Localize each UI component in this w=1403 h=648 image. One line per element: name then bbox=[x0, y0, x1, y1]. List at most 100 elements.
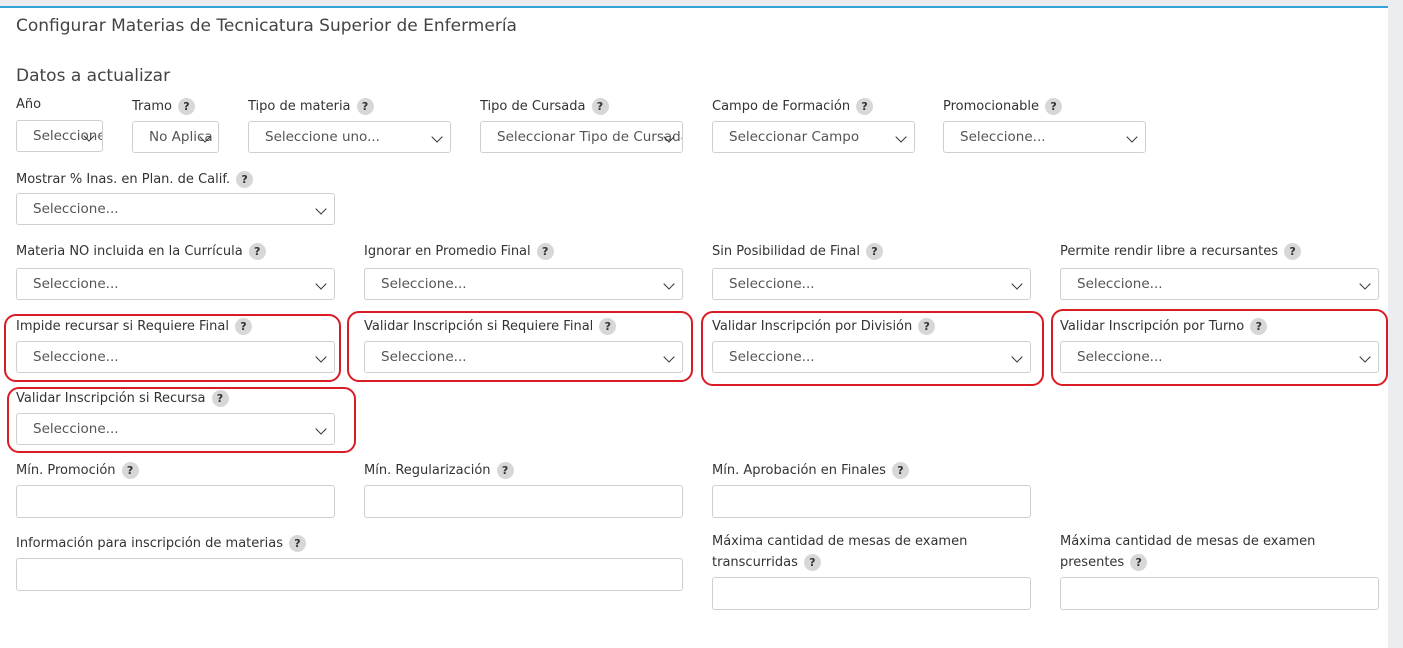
info-inscripcion-input[interactable] bbox=[16, 558, 683, 591]
validar-division-select[interactable]: Seleccione... bbox=[712, 341, 1031, 373]
help-icon[interactable]: ? bbox=[865, 243, 883, 260]
chevron-down-icon bbox=[895, 131, 907, 143]
field-mostrar-inas: Mostrar % Inas. en Plan. de Calif.? Sele… bbox=[16, 171, 336, 227]
max-mesas-presentes-input[interactable] bbox=[1060, 577, 1379, 610]
anio-select[interactable]: Seleccione... bbox=[16, 120, 103, 152]
field-impide-recursar: Impide recursar si Requiere Final? Selec… bbox=[16, 318, 336, 374]
validar-turno-select[interactable]: Seleccione... bbox=[1060, 341, 1379, 373]
field-validar-turno: Validar Inscripción por Turno? Seleccion… bbox=[1060, 318, 1380, 374]
field-validar-division: Validar Inscripción por División? Selecc… bbox=[712, 318, 1032, 374]
field-promocionable: Promocionable? Seleccione... bbox=[943, 98, 1147, 156]
tipo-cursada-select[interactable]: Seleccionar Tipo de Cursada bbox=[480, 121, 683, 153]
help-icon[interactable]: ? bbox=[591, 98, 609, 115]
field-anio: Año Seleccione... bbox=[16, 96, 104, 156]
field-min-aprobacion: Mín. Aprobación en Finales? bbox=[712, 462, 1032, 518]
field-validar-final: Validar Inscripción si Requiere Final? S… bbox=[364, 318, 684, 374]
impide-recursar-select[interactable]: Seleccione... bbox=[16, 341, 335, 373]
max-mesas-transcurridas-label: Máxima cantidad de mesas de examen trans… bbox=[712, 534, 968, 571]
sin-final-select[interactable]: Seleccione... bbox=[712, 268, 1031, 300]
rendir-libre-select[interactable]: Seleccione... bbox=[1060, 268, 1379, 300]
ignorar-promedio-select[interactable]: Seleccione... bbox=[364, 268, 683, 300]
help-icon[interactable]: ? bbox=[599, 318, 617, 335]
help-icon[interactable]: ? bbox=[248, 243, 266, 260]
help-icon[interactable]: ? bbox=[918, 318, 936, 335]
help-icon[interactable]: ? bbox=[1045, 98, 1063, 115]
field-validar-recursa: Validar Inscripción si Recursa? Seleccio… bbox=[16, 390, 336, 446]
field-info-inscripcion: Información para inscripción de materias… bbox=[16, 535, 684, 595]
help-icon[interactable]: ? bbox=[236, 171, 254, 188]
tipo-cursada-label: Tipo de Cursada? bbox=[480, 98, 609, 116]
chevron-down-icon bbox=[1126, 131, 1138, 143]
field-min-regularizacion: Mín. Regularización? bbox=[364, 462, 684, 518]
validar-recursa-select[interactable]: Seleccione... bbox=[16, 413, 335, 445]
promocionable-select[interactable]: Seleccione... bbox=[943, 121, 1146, 153]
help-icon[interactable]: ? bbox=[803, 554, 821, 571]
min-promocion-input[interactable] bbox=[16, 485, 335, 518]
validar-turno-label: Validar Inscripción por Turno? bbox=[1060, 318, 1268, 336]
field-no-curricula: Materia NO incluida en la Currícula? Sel… bbox=[16, 243, 336, 301]
mostrar-inas-select[interactable]: Seleccione... bbox=[16, 193, 335, 225]
anio-label: Año bbox=[16, 97, 42, 112]
field-rendir-libre: Permite rendir libre a recursantes? Sele… bbox=[1060, 243, 1380, 301]
chevron-down-icon bbox=[1011, 351, 1023, 363]
help-icon[interactable]: ? bbox=[1250, 318, 1268, 335]
validar-division-label: Validar Inscripción por División? bbox=[712, 318, 936, 336]
tramo-select[interactable]: No Aplica bbox=[132, 121, 219, 153]
rendir-libre-label: Permite rendir libre a recursantes? bbox=[1060, 243, 1302, 261]
info-inscripcion-label: Información para inscripción de materias… bbox=[16, 535, 306, 553]
chevron-down-icon bbox=[1359, 278, 1371, 290]
help-icon[interactable]: ? bbox=[536, 243, 554, 260]
tipo-materia-select[interactable]: Seleccione uno... bbox=[248, 121, 451, 153]
field-ignorar-promedio: Ignorar en Promedio Final? Seleccione... bbox=[364, 243, 684, 301]
validar-recursa-label: Validar Inscripción si Recursa? bbox=[16, 390, 229, 408]
field-tipo-materia: Tipo de materia? Seleccione uno... bbox=[248, 98, 452, 156]
chevron-down-icon bbox=[431, 131, 443, 143]
chevron-down-icon bbox=[315, 278, 327, 290]
min-regularizacion-label: Mín. Regularización? bbox=[364, 462, 514, 480]
promocionable-label: Promocionable? bbox=[943, 98, 1063, 116]
section-title: Datos a actualizar bbox=[16, 66, 171, 86]
help-icon[interactable]: ? bbox=[496, 462, 514, 479]
help-icon[interactable]: ? bbox=[121, 462, 139, 479]
chevron-down-icon bbox=[663, 351, 675, 363]
help-icon[interactable]: ? bbox=[856, 98, 874, 115]
chevron-down-icon bbox=[1011, 278, 1023, 290]
chevron-down-icon bbox=[315, 203, 327, 215]
chevron-down-icon bbox=[315, 351, 327, 363]
help-icon[interactable]: ? bbox=[288, 535, 306, 552]
validar-final-label: Validar Inscripción si Requiere Final? bbox=[364, 318, 617, 336]
field-campo-formacion: Campo de Formación? Seleccionar Campo bbox=[712, 98, 916, 156]
max-mesas-presentes-label: Máxima cantidad de mesas de examen prese… bbox=[1060, 534, 1316, 571]
field-tipo-cursada: Tipo de Cursada? Seleccionar Tipo de Cur… bbox=[480, 98, 684, 156]
help-icon[interactable]: ? bbox=[1284, 243, 1302, 260]
page-title: Configurar Materias de Tecnicatura Super… bbox=[16, 16, 517, 36]
help-icon[interactable]: ? bbox=[356, 98, 374, 115]
no-curricula-label: Materia NO incluida en la Currícula? bbox=[16, 243, 266, 261]
impide-recursar-label: Impide recursar si Requiere Final? bbox=[16, 318, 252, 336]
campo-formacion-select[interactable]: Seleccionar Campo bbox=[712, 121, 915, 153]
chevron-down-icon bbox=[663, 278, 675, 290]
field-max-mesas-transcurridas: Máxima cantidad de mesas de examen trans… bbox=[712, 531, 1032, 616]
field-tramo: Tramo? No Aplica bbox=[132, 98, 220, 156]
chevron-down-icon bbox=[315, 423, 327, 435]
min-aprobacion-input[interactable] bbox=[712, 485, 1031, 518]
max-mesas-transcurridas-input[interactable] bbox=[712, 577, 1031, 610]
mostrar-inas-label: Mostrar % Inas. en Plan. de Calif.? bbox=[16, 171, 254, 189]
min-aprobacion-label: Mín. Aprobación en Finales? bbox=[712, 462, 909, 480]
campo-formacion-label: Campo de Formación? bbox=[712, 98, 874, 116]
help-icon[interactable]: ? bbox=[177, 98, 195, 115]
help-icon[interactable]: ? bbox=[891, 462, 909, 479]
min-promocion-label: Mín. Promoción? bbox=[16, 462, 139, 480]
validar-final-select[interactable]: Seleccione... bbox=[364, 341, 683, 373]
sin-final-label: Sin Posibilidad de Final? bbox=[712, 243, 883, 261]
field-min-promocion: Mín. Promoción? bbox=[16, 462, 336, 518]
chevron-down-icon bbox=[1359, 351, 1371, 363]
help-icon[interactable]: ? bbox=[211, 390, 229, 407]
tipo-materia-label: Tipo de materia? bbox=[248, 98, 374, 116]
help-icon[interactable]: ? bbox=[1130, 554, 1148, 571]
field-max-mesas-presentes: Máxima cantidad de mesas de examen prese… bbox=[1060, 531, 1380, 616]
min-regularizacion-input[interactable] bbox=[364, 485, 683, 518]
no-curricula-select[interactable]: Seleccione... bbox=[16, 268, 335, 300]
ignorar-promedio-label: Ignorar en Promedio Final? bbox=[364, 243, 554, 261]
help-icon[interactable]: ? bbox=[234, 318, 252, 335]
